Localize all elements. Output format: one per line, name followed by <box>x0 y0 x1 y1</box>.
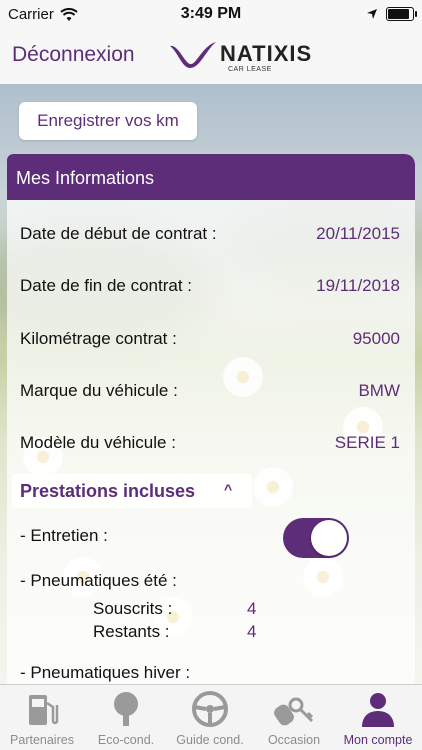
battery-icon <box>386 7 417 21</box>
tree-icon <box>114 692 138 726</box>
tab-label: Eco-cond. <box>97 733 155 747</box>
tab-label: Mon compte <box>343 733 413 747</box>
info-row-label: Kilométrage contrat : <box>20 329 177 348</box>
natixis-logo: NATIXIS CAR LEASE <box>168 38 324 78</box>
entretien-label: - Entretien : <box>20 526 108 545</box>
info-card: Mes Informations Date de début de contra… <box>7 154 415 694</box>
fuel-pump-icon <box>29 695 59 725</box>
logout-button[interactable]: Déconnexion <box>12 43 135 67</box>
info-card-header: Mes Informations <box>7 154 415 200</box>
record-km-button[interactable]: Enregistrer vos km <box>19 102 197 140</box>
info-row-label: Date de fin de contrat : <box>20 276 192 295</box>
info-row-end-date: Date de fin de contrat : 19/11/2018 <box>20 276 400 300</box>
info-row-label: Marque du véhicule : <box>20 381 178 400</box>
prestations-header-label: Prestations incluses <box>20 481 196 501</box>
info-row-mileage: Kilométrage contrat : 95000 <box>20 329 400 353</box>
souscrits-label: Souscrits : <box>93 599 173 618</box>
info-row-start-date: Date de début de contrat : 20/11/2015 <box>20 224 400 248</box>
tab-occasion[interactable]: Occasion <box>252 685 336 750</box>
logo-brand: NATIXIS <box>220 41 313 66</box>
steering-wheel-icon <box>192 691 228 727</box>
natixis-swoosh-icon <box>170 42 216 68</box>
restants-value: 4 <box>247 622 257 641</box>
info-row-value: SERIE 1 <box>334 433 400 452</box>
tab-partenaires[interactable]: Partenaires <box>0 685 84 750</box>
logo-subtitle: CAR LEASE <box>228 66 272 73</box>
tab-label: Partenaires <box>10 733 74 747</box>
tab-bar: Partenaires Eco-cond. Guide cond. Occasi… <box>0 684 422 750</box>
switch-knob <box>311 520 347 556</box>
entretien-switch[interactable] <box>283 518 349 558</box>
user-icon <box>362 693 394 727</box>
info-row-vehicle-model: Modèle du véhicule : SERIE 1 <box>20 433 400 457</box>
location-arrow-icon <box>367 9 377 19</box>
status-right-group <box>366 7 417 21</box>
info-row-label: Modèle du véhicule : <box>20 433 176 452</box>
car-keys-icon <box>274 697 314 726</box>
pneu-ete-label: - Pneumatiques été : <box>20 571 177 590</box>
restants-label: Restants : <box>93 622 170 641</box>
info-row-value: BMW <box>358 381 400 400</box>
pneu-hiver-label: - Pneumatiques hiver : <box>20 663 191 682</box>
tab-eco-cond[interactable]: Eco-cond. <box>84 685 168 750</box>
souscrits-value: 4 <box>247 599 257 618</box>
info-row-label: Date de début de contrat : <box>20 224 217 243</box>
prestations-toggle-header[interactable]: Prestations incluses ^ <box>12 474 252 508</box>
info-card-title: Mes Informations <box>16 168 155 188</box>
tab-label: Occasion <box>267 733 321 747</box>
tab-mon-compte[interactable]: Mon compte <box>336 685 420 750</box>
status-time: 3:49 PM <box>180 5 242 22</box>
tab-label: Guide cond. <box>176 733 244 747</box>
info-row-value: 95000 <box>352 329 400 348</box>
info-row-value: 19/11/2018 <box>316 276 400 295</box>
info-row-vehicle-brand: Marque du véhicule : BMW <box>20 381 400 405</box>
tab-guide-cond[interactable]: Guide cond. <box>168 685 252 750</box>
chevron-up-icon: ^ <box>224 481 233 497</box>
app-screen: Carrier 3:49 PM Déconnexion NATIXIS CAR … <box>0 0 422 750</box>
status-bar: Carrier 3:49 PM <box>0 0 422 30</box>
info-row-value: 20/11/2015 <box>316 224 400 243</box>
nav-bar: Déconnexion NATIXIS CAR LEASE <box>0 30 422 85</box>
